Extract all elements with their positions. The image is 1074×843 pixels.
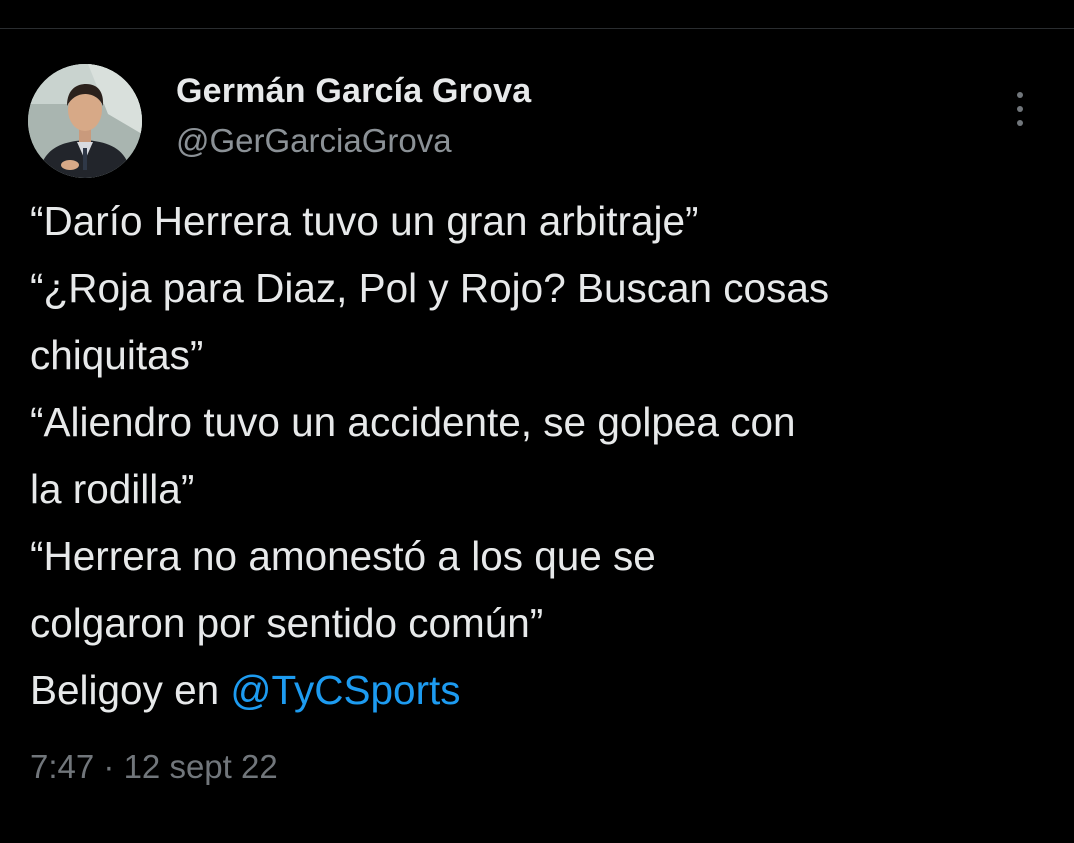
avatar[interactable]: [28, 64, 142, 178]
more-options-button[interactable]: [1002, 88, 1038, 130]
tweet-last-line: Beligoy en @TyCSports: [30, 657, 1040, 724]
tweet-line: “Aliendro tuvo un accidente, se golpea c…: [30, 399, 796, 445]
tweet-time: 7:47: [30, 748, 95, 785]
tweet-line: “¿Roja para Diaz, Pol y Rojo? Buscan cos…: [30, 265, 830, 311]
mention-link[interactable]: @TyCSports: [230, 667, 460, 713]
tweet-timestamp[interactable]: 7:47 · 12 sept 22: [30, 748, 278, 786]
tweet-line: la rodilla”: [30, 466, 195, 512]
tweet-line: “Herrera no amonestó a los que se: [30, 533, 656, 579]
tweet-date: 12 sept 22: [123, 748, 278, 785]
top-divider: [0, 28, 1074, 29]
profile-photo: [28, 64, 142, 178]
author-display-name[interactable]: Germán García Grova: [176, 72, 531, 111]
tweet-line: colgaron por sentido común”: [30, 600, 544, 646]
tweet-line: “Darío Herrera tuvo un gran arbitraje”: [30, 198, 699, 244]
tweet-text-prefix: Beligoy en: [30, 667, 231, 713]
tweet-text: “Darío Herrera tuvo un gran arbitraje” “…: [30, 188, 1040, 724]
tweet-line: chiquitas”: [30, 332, 204, 378]
author-handle[interactable]: @GerGarciaGrova: [176, 122, 452, 160]
timestamp-separator: ·: [103, 748, 115, 785]
